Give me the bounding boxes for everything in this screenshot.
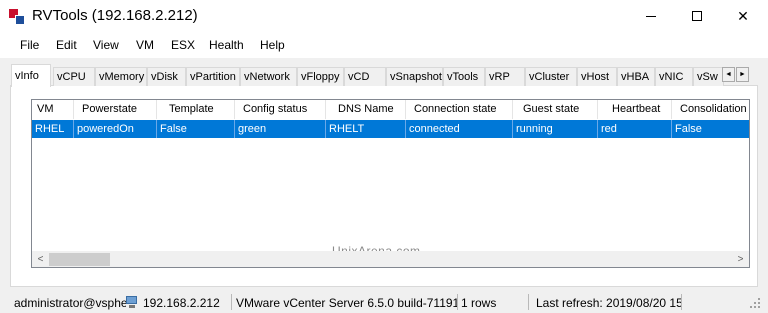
menu-edit[interactable]: Edit xyxy=(56,38,77,52)
minimize-button[interactable] xyxy=(628,0,674,32)
tab-vinfo[interactable]: vInfo xyxy=(11,64,51,87)
cell-vm: RHEL xyxy=(32,120,74,138)
column-header-powerstate[interactable]: Powerstate xyxy=(74,100,157,119)
scroll-right-icon[interactable]: > xyxy=(732,251,749,267)
computer-icon xyxy=(125,295,139,309)
cell-template: False xyxy=(157,120,235,138)
cell-guest-state: running xyxy=(513,120,598,138)
column-header-consolidation[interactable]: Consolidation xyxy=(672,100,749,119)
tab-vsnapshot[interactable]: vSnapshot xyxy=(386,67,443,86)
column-header-config-status[interactable]: Config status xyxy=(235,100,326,119)
menu-vm[interactable]: VM xyxy=(136,38,154,52)
tab-vcd[interactable]: vCD xyxy=(344,67,386,86)
column-header-vm[interactable]: VM xyxy=(32,100,74,119)
scrollbar-thumb[interactable] xyxy=(49,253,110,266)
maximize-button[interactable] xyxy=(674,0,720,32)
tab-vdisk[interactable]: vDisk xyxy=(147,67,186,86)
status-separator xyxy=(457,294,458,310)
resize-grip-icon[interactable] xyxy=(748,296,762,310)
tab-strip: vInfo vCPU vMemory vDisk vPartition vNet… xyxy=(10,64,758,87)
rvtools-app-icon xyxy=(9,9,25,25)
vinfo-panel: VM Powerstate Template Config status DNS… xyxy=(10,86,758,287)
minimize-icon xyxy=(646,15,656,17)
grid-header: VM Powerstate Template Config status DNS… xyxy=(32,100,749,119)
column-header-dns-name[interactable]: DNS Name xyxy=(326,100,406,119)
tab-vhost[interactable]: vHost xyxy=(577,67,617,86)
tab-vcluster[interactable]: vCluster xyxy=(525,67,577,86)
menu-bar: File Edit View VM ESX Health Help xyxy=(0,32,768,58)
horizontal-scrollbar[interactable]: < > xyxy=(32,251,749,267)
column-header-connection-state[interactable]: Connection state xyxy=(406,100,513,119)
status-separator xyxy=(231,294,232,310)
status-host: 192.168.2.212 xyxy=(143,296,220,310)
tab-vnetwork[interactable]: vNetwork xyxy=(240,67,297,86)
cell-connection-state: connected xyxy=(406,120,513,138)
tab-vtools[interactable]: vTools xyxy=(443,67,485,86)
tab-vrp[interactable]: vRP xyxy=(485,67,525,86)
status-last-refresh: Last refresh: 2019/08/20 15:0 xyxy=(536,296,681,310)
close-button[interactable]: ✕ xyxy=(720,0,766,32)
close-icon: ✕ xyxy=(737,7,749,24)
tab-vpartition[interactable]: vPartition xyxy=(186,67,240,86)
tab-vcpu[interactable]: vCPU xyxy=(53,67,95,86)
arrow-right-icon: ► xyxy=(739,71,746,78)
column-header-template[interactable]: Template xyxy=(157,100,235,119)
vm-grid[interactable]: VM Powerstate Template Config status DNS… xyxy=(31,99,750,268)
maximize-icon xyxy=(692,11,702,21)
column-header-heartbeat[interactable]: Heartbeat xyxy=(598,100,672,119)
status-bar: administrator@vsphe 192.168.2.212 VMware… xyxy=(0,291,768,313)
tab-vfloppy[interactable]: vFloppy xyxy=(297,67,344,86)
status-row-count: 1 rows xyxy=(461,296,497,310)
tab-scroll-right-button[interactable]: ► xyxy=(736,67,749,82)
tab-scroll-left-button[interactable]: ◄ xyxy=(722,67,735,82)
title-bar: RVTools (192.168.2.212) ✕ xyxy=(0,0,768,32)
tab-vmemory[interactable]: vMemory xyxy=(95,67,147,86)
cell-powerstate: poweredOn xyxy=(74,120,157,138)
menu-esx[interactable]: ESX xyxy=(171,38,195,52)
status-separator xyxy=(528,294,529,310)
cell-config-status: green xyxy=(235,120,326,138)
scroll-left-icon[interactable]: < xyxy=(32,251,49,267)
tab-vhba[interactable]: vHBA xyxy=(617,67,655,86)
cell-consolidation: False xyxy=(675,123,702,135)
status-separator xyxy=(681,294,682,310)
menu-view[interactable]: View xyxy=(93,38,119,52)
tab-vswitch[interactable]: vSw xyxy=(693,67,724,86)
menu-help[interactable]: Help xyxy=(260,38,285,52)
menu-file[interactable]: File xyxy=(20,38,39,52)
tab-vnic[interactable]: vNIC xyxy=(655,67,693,86)
status-server: VMware vCenter Server 6.5.0 build-711915… xyxy=(236,296,457,310)
table-row[interactable]: RHEL poweredOn False green RHELT connect… xyxy=(32,120,749,138)
cell-heartbeat: red xyxy=(598,120,672,138)
status-user: administrator@vsphe xyxy=(14,296,126,310)
window-title: RVTools (192.168.2.212) xyxy=(32,7,198,24)
menu-health[interactable]: Health xyxy=(209,38,244,52)
arrow-left-icon: ◄ xyxy=(725,71,732,78)
cell-dns-name: RHELT xyxy=(326,120,406,138)
column-header-guest-state[interactable]: Guest state xyxy=(513,100,598,119)
